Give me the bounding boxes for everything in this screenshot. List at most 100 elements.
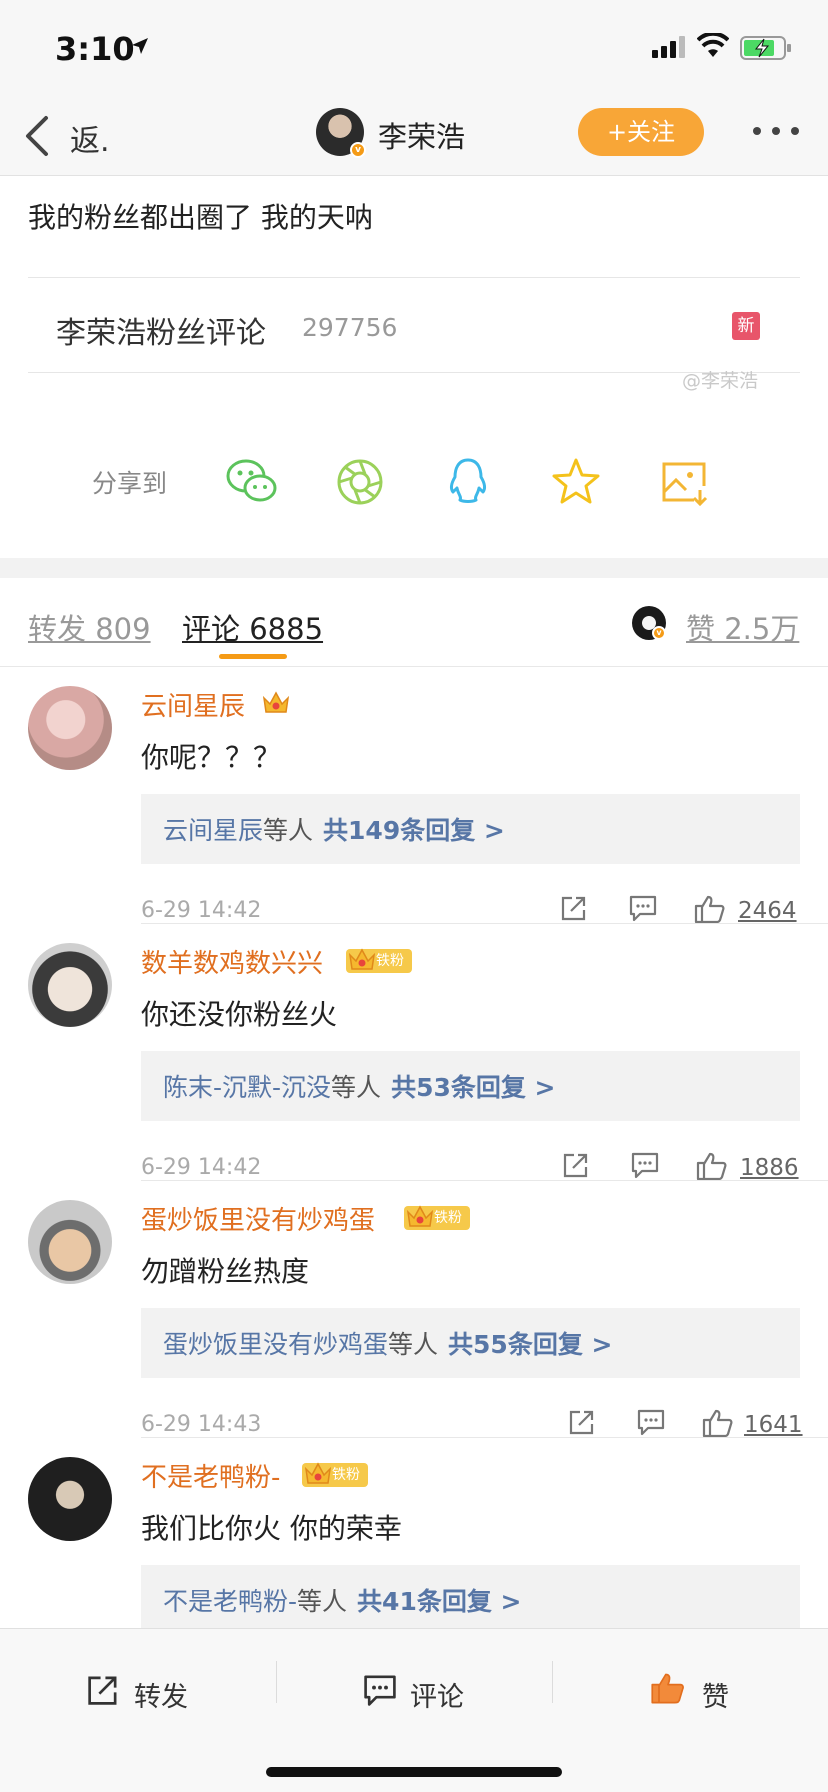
like-thumb-icon[interactable]: [696, 1151, 728, 1181]
reply-summary-text: 蛋炒饭里没有炒鸡蛋等人 共55条回复 >: [163, 1325, 612, 1361]
tab-like[interactable]: 赞 2.5万: [686, 606, 799, 648]
divider: [552, 1661, 553, 1703]
new-badge: 新: [732, 312, 760, 340]
comment-text: 你还没你粉丝火: [141, 998, 338, 1031]
reply-summary-text: 陈末-沉默-沉没等人 共53条回复 >: [163, 1068, 556, 1104]
tab-repost[interactable]: 转发 809: [28, 606, 151, 648]
reply-summary[interactable]: 云间星辰等人 共149条回复 >: [141, 794, 800, 864]
commenter-name[interactable]: 蛋炒饭里没有炒鸡蛋: [141, 1200, 375, 1237]
reply-users: 蛋炒饭里没有炒鸡蛋: [163, 1330, 389, 1359]
comment-text: 你呢？？？: [141, 741, 282, 774]
comment-icon[interactable]: [628, 894, 658, 922]
section-gap: [0, 558, 828, 578]
battery-charging-icon: [740, 36, 791, 60]
reply-summary[interactable]: 蛋炒饭里没有炒鸡蛋等人 共55条回复 >: [141, 1308, 800, 1378]
reply-count: 共149条回复 >: [323, 816, 505, 845]
iron-fan-badge: 铁粉: [302, 1462, 368, 1487]
commenter-name[interactable]: 云间星辰: [141, 686, 245, 723]
reply-count: 共53条回复 >: [391, 1073, 556, 1102]
iron-fan-label: 铁粉: [434, 1210, 462, 1226]
comment-icon[interactable]: [362, 1673, 398, 1707]
share-label: 分享到: [92, 469, 168, 498]
reply-etc: 等人: [263, 816, 314, 845]
cellular-signal-icon: [652, 36, 685, 58]
save-image-icon[interactable]: [656, 454, 712, 510]
iron-fan-badge: 铁粉: [346, 948, 412, 973]
bottom-action-bar: 转发 评论 赞: [0, 1628, 828, 1792]
like-count[interactable]: 2464: [738, 898, 797, 924]
like-thumb-icon[interactable]: [694, 894, 726, 924]
repost-icon[interactable]: [568, 1408, 596, 1436]
like-thumb-icon[interactable]: [702, 1408, 734, 1438]
iron-fan-badge: 铁粉: [404, 1205, 470, 1230]
reply-summary-text: 不是老鸭粉-等人 共41条回复 >: [163, 1582, 522, 1618]
nav-bar: 返. v 李荣浩 +关注: [0, 100, 828, 176]
reply-count: 共41条回复 >: [357, 1587, 522, 1616]
status-bar: 3:10: [0, 0, 828, 100]
topic-title[interactable]: 李荣浩粉丝评论: [56, 308, 266, 352]
verified-badge-icon: v: [652, 626, 666, 640]
reply-summary[interactable]: 不是老鸭粉-等人 共41条回复 >: [141, 1565, 800, 1635]
iron-fan-label: 铁粉: [332, 1467, 360, 1483]
reply-count: 共55条回复 >: [448, 1330, 613, 1359]
wechat-icon[interactable]: [224, 454, 280, 510]
follow-button[interactable]: +关注: [578, 108, 704, 156]
home-indicator[interactable]: [266, 1767, 562, 1777]
divider: [28, 277, 800, 278]
more-options-icon[interactable]: [752, 126, 800, 136]
commenter-avatar[interactable]: [28, 943, 112, 1027]
crown-icon: [348, 948, 376, 970]
crown-icon: [262, 691, 290, 713]
back-chevron-icon[interactable]: [20, 114, 54, 158]
commenter-avatar[interactable]: [28, 1457, 112, 1541]
repost-icon[interactable]: [560, 894, 588, 922]
reply-users: 不是老鸭粉-: [163, 1587, 298, 1616]
status-time: 3:10: [55, 30, 135, 68]
location-arrow-icon: [132, 38, 148, 54]
commenter-avatar[interactable]: [28, 1200, 112, 1284]
crown-icon: [304, 1462, 332, 1484]
comment-button[interactable]: 评论: [410, 1675, 464, 1714]
comment-time: 6-29 14:43: [141, 1412, 262, 1437]
reply-users: 陈末-沉默-沉没: [163, 1073, 332, 1102]
verified-badge-icon: v: [350, 142, 366, 158]
like-count[interactable]: 1886: [740, 1155, 799, 1181]
account-avatar[interactable]: v: [316, 108, 366, 158]
divider: [276, 1661, 277, 1703]
account-name[interactable]: 李荣浩: [378, 114, 465, 156]
reply-etc: 等人: [388, 1330, 439, 1359]
repost-icon[interactable]: [562, 1151, 590, 1179]
divider: [141, 923, 828, 924]
iron-fan-label: 铁粉: [376, 953, 404, 969]
post-text: 我的粉丝都出圈了 我的天呐: [28, 201, 373, 234]
moments-icon[interactable]: [332, 454, 388, 510]
reply-summary[interactable]: 陈末-沉默-沉没等人 共53条回复 >: [141, 1051, 800, 1121]
liker-avatar: v: [632, 606, 666, 640]
reply-etc: 等人: [297, 1587, 348, 1616]
weibo-watermark: @李荣浩: [682, 370, 759, 392]
commenter-avatar[interactable]: [28, 686, 112, 770]
divider: [0, 666, 828, 667]
back-label[interactable]: 返.: [70, 116, 110, 160]
repost-button[interactable]: 转发: [134, 1675, 188, 1714]
like-count[interactable]: 1641: [744, 1412, 803, 1438]
commenter-name[interactable]: 数羊数鸡数兴兴: [141, 943, 323, 980]
repost-icon[interactable]: [86, 1673, 120, 1707]
comment-time: 6-29 14:42: [141, 1155, 262, 1180]
crown-icon: [406, 1205, 434, 1227]
favorite-star-icon[interactable]: [548, 454, 604, 510]
topic-count: 297756: [302, 313, 398, 342]
comment-text: 勿蹭粉丝热度: [141, 1255, 310, 1288]
comment-text: 我们比你火 你的荣幸: [141, 1512, 402, 1545]
comment-icon[interactable]: [636, 1408, 666, 1436]
qq-icon[interactable]: [440, 454, 496, 510]
comment-icon[interactable]: [630, 1151, 660, 1179]
like-thumb-icon[interactable]: [650, 1671, 686, 1705]
like-button[interactable]: 赞: [702, 1675, 729, 1714]
tab-comment[interactable]: 评论 6885: [182, 606, 323, 648]
commenter-name[interactable]: 不是老鸭粉-: [141, 1457, 280, 1494]
comment-time: 6-29 14:42: [141, 898, 262, 923]
divider: [141, 1180, 828, 1181]
reply-etc: 等人: [331, 1073, 382, 1102]
active-tab-indicator: [219, 654, 287, 659]
